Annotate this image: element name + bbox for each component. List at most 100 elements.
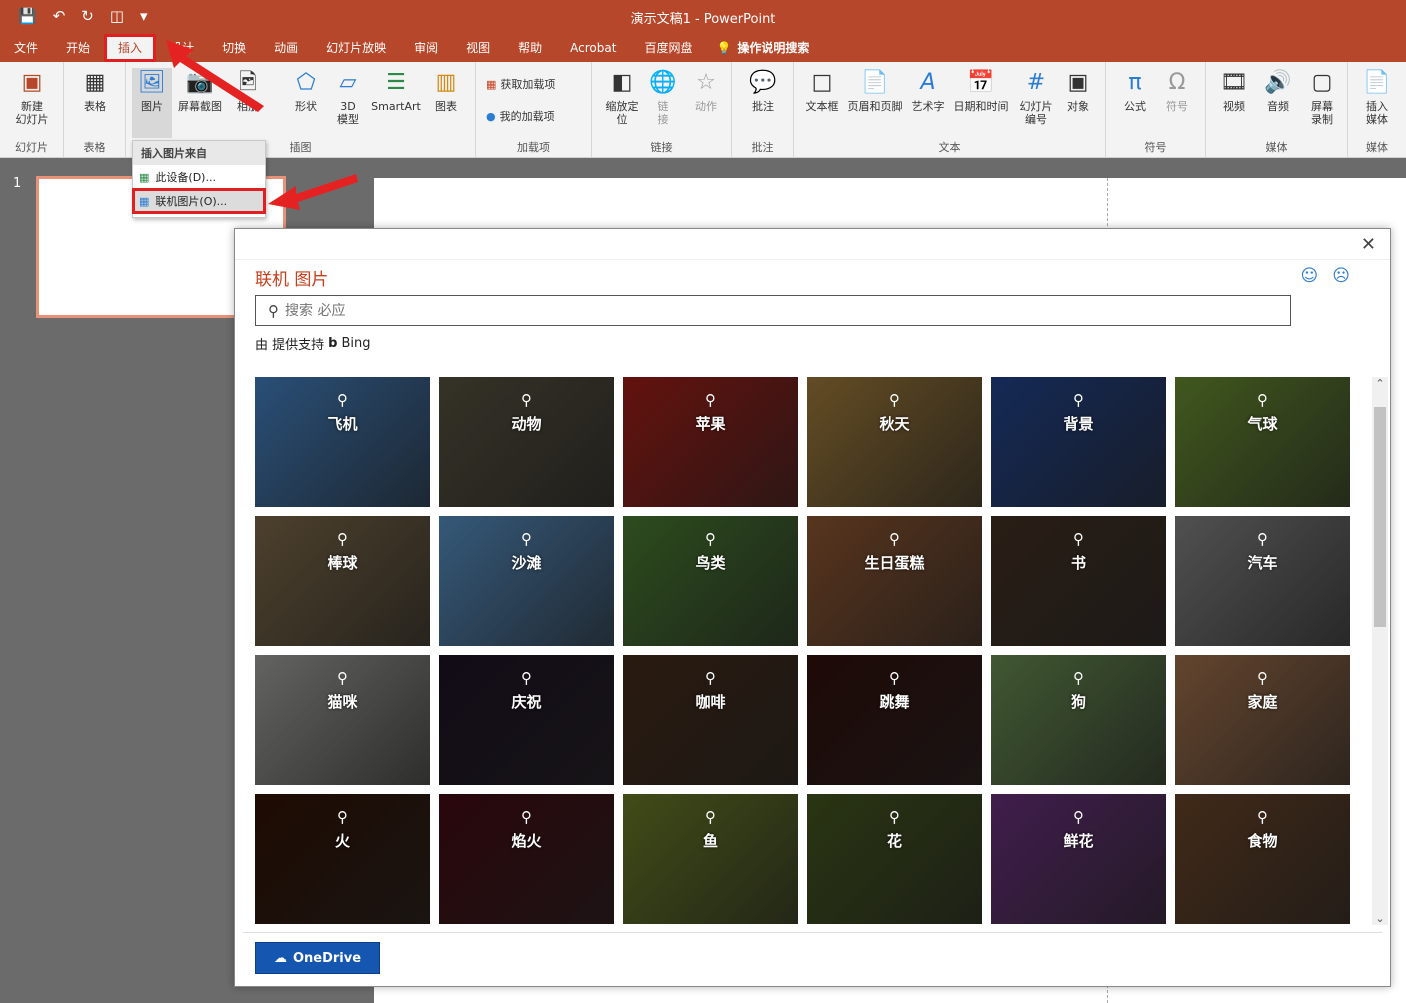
object-button[interactable]: ▣ 对象	[1060, 68, 1096, 113]
search-icon: ⚲	[337, 808, 348, 826]
3d-model-button[interactable]: ▱ 3D 模型	[330, 68, 366, 126]
header-footer-icon: 📄	[861, 69, 889, 95]
tab-file[interactable]: 文件	[0, 34, 52, 62]
tab-slideshow[interactable]: 幻灯片放映	[312, 34, 400, 62]
tile-label: 庆祝	[511, 693, 542, 711]
tile-label: 咖啡	[695, 693, 726, 711]
image-category-tile[interactable]: ⚲ 背景	[991, 377, 1166, 507]
audio-button[interactable]: 🔊 音频	[1258, 68, 1298, 113]
tab-help[interactable]: 帮助	[504, 34, 556, 62]
image-category-tile[interactable]: ⚲ 家庭	[1175, 655, 1350, 785]
image-category-tile[interactable]: ⚲ 猫咪	[255, 655, 430, 785]
search-icon: ⚲	[1073, 808, 1084, 826]
scroll-down-icon[interactable]: ⌄	[1372, 912, 1388, 925]
video-button[interactable]: 🎞 视频	[1214, 68, 1254, 113]
tile-label: 猫咪	[327, 693, 358, 711]
scroll-up-icon[interactable]: ⌃	[1372, 377, 1388, 390]
my-addins-button[interactable]: ● 我的加载项	[486, 108, 555, 124]
tab-insert[interactable]: 插入	[104, 34, 157, 62]
tab-baidu[interactable]: 百度网盘	[630, 34, 706, 62]
textbox-button[interactable]: □ 文本框	[802, 68, 842, 113]
textbox-icon: □	[811, 69, 833, 95]
image-category-tile[interactable]: ⚲ 火	[255, 794, 430, 924]
image-category-tile[interactable]: ⚲ 庆祝	[439, 655, 614, 785]
slide-number-button[interactable]: # 幻灯片 编号	[1014, 68, 1058, 126]
group-label-media: 媒体	[1265, 141, 1288, 154]
search-icon: ⚲	[1257, 391, 1268, 409]
tell-me-search[interactable]: 💡 操作说明搜索	[706, 34, 823, 62]
scroll-thumb[interactable]	[1374, 407, 1386, 627]
chart-label: 图表	[435, 100, 457, 113]
tab-review[interactable]: 审阅	[400, 34, 452, 62]
group-tables: ▦ 表格 表格	[64, 62, 126, 158]
image-category-tile[interactable]: ⚲ 飞机	[255, 377, 430, 507]
chart-button[interactable]: ▥ 图表	[428, 68, 464, 113]
tab-acrobat[interactable]: Acrobat	[556, 34, 630, 62]
image-category-tile[interactable]: ⚲ 苹果	[623, 377, 798, 507]
image-category-tile[interactable]: ⚲ 汽车	[1175, 516, 1350, 646]
search-input[interactable]	[285, 302, 1185, 319]
smile-icon[interactable]: ☺	[1301, 266, 1319, 286]
table-button[interactable]: ▦ 表格	[72, 68, 118, 113]
get-addins-button[interactable]: ▦ 获取加载项	[486, 76, 555, 92]
symbol-button[interactable]: Ω 符号	[1158, 68, 1196, 113]
comment-button[interactable]: 💬 批注	[742, 68, 784, 113]
onedrive-button[interactable]: ☁ OneDrive	[255, 942, 380, 974]
vertical-scrollbar[interactable]: ⌃ ⌄	[1372, 377, 1388, 925]
powered-by-label: 由 提供支持	[255, 338, 325, 353]
screen-record-button[interactable]: ▢ 屏幕 录制	[1302, 68, 1342, 126]
image-category-tile[interactable]: ⚲ 书	[991, 516, 1166, 646]
tile-label: 飞机	[327, 415, 358, 433]
image-category-tile[interactable]: ⚲ 气球	[1175, 377, 1350, 507]
image-category-tile[interactable]: ⚲ 生日蛋糕	[807, 516, 982, 646]
datetime-button[interactable]: 📅 日期和时间	[950, 68, 1012, 113]
image-category-tile[interactable]: ⚲ 棒球	[255, 516, 430, 646]
new-slide-label: 新建 幻灯片	[15, 100, 49, 126]
search-box[interactable]: ⚲	[255, 295, 1291, 326]
tab-home[interactable]: 开始	[52, 34, 104, 62]
image-category-tile[interactable]: ⚲ 狗	[991, 655, 1166, 785]
image-category-tile[interactable]: ⚲ 鱼	[623, 794, 798, 924]
image-category-tile[interactable]: ⚲ 跳舞	[807, 655, 982, 785]
title-bar: 💾 ↶ ↻ ◫ ▾ 演示文稿1 - PowerPoint	[0, 0, 1406, 34]
wordart-button[interactable]: A 艺术字	[908, 68, 948, 113]
insert-media-button[interactable]: 📄 插入 媒体	[1356, 68, 1398, 126]
audio-label: 音频	[1267, 100, 1289, 113]
image-category-tile[interactable]: ⚲ 鲜花	[991, 794, 1166, 924]
comment-label: 批注	[752, 100, 774, 113]
search-icon: ⚲	[1073, 530, 1084, 548]
header-footer-label: 页眉和页脚	[847, 100, 903, 113]
new-slide-button[interactable]: ▣ 新建 幻灯片	[6, 68, 58, 126]
image-category-tile[interactable]: ⚲ 秋天	[807, 377, 982, 507]
header-footer-button[interactable]: 📄 页眉和页脚	[844, 68, 906, 113]
equation-button[interactable]: π 公式	[1116, 68, 1154, 113]
image-category-tile[interactable]: ⚲ 食物	[1175, 794, 1350, 924]
action-button[interactable]: ☆ 动作	[686, 68, 726, 113]
menu-item-this-device[interactable]: ▦ 此设备(D)...	[133, 165, 265, 189]
image-category-tile[interactable]: ⚲ 动物	[439, 377, 614, 507]
zoom-label: 缩放定 位	[605, 100, 639, 126]
image-category-tile[interactable]: ⚲ 焰火	[439, 794, 614, 924]
zoom-button[interactable]: ◧ 缩放定 位	[600, 68, 644, 126]
equation-label: 公式	[1124, 100, 1146, 113]
object-label: 对象	[1067, 100, 1089, 113]
screen-record-icon: ▢	[1311, 69, 1333, 95]
tile-label: 火	[334, 832, 350, 850]
calendar-icon: 📅	[967, 69, 995, 95]
image-category-tile[interactable]: ⚲ 花	[807, 794, 982, 924]
group-text: □ 文本框 📄 页眉和页脚 A 艺术字 📅 日期和时间 # 幻灯片 编号 ▣ 对…	[794, 62, 1106, 158]
close-icon[interactable]: ✕	[1361, 234, 1376, 255]
frown-icon[interactable]: ☹	[1332, 266, 1350, 286]
lightbulb-icon: 💡	[716, 41, 732, 55]
image-category-tile[interactable]: ⚲ 咖啡	[623, 655, 798, 785]
image-category-tile[interactable]: ⚲ 鸟类	[623, 516, 798, 646]
tell-me-label: 操作说明搜索	[737, 41, 810, 55]
menu-item-online-pictures[interactable]: ▦ 联机图片(O)...	[132, 188, 266, 214]
screen-record-label: 屏幕 录制	[1311, 100, 1333, 126]
tile-label: 花	[886, 832, 902, 850]
tab-view[interactable]: 视图	[452, 34, 504, 62]
shapes-button[interactable]: ⬠ 形状	[286, 68, 326, 113]
link-button[interactable]: 🌐 链 接	[648, 68, 678, 126]
image-category-tile[interactable]: ⚲ 沙滩	[439, 516, 614, 646]
smartart-button[interactable]: ☰ SmartArt	[368, 68, 424, 113]
